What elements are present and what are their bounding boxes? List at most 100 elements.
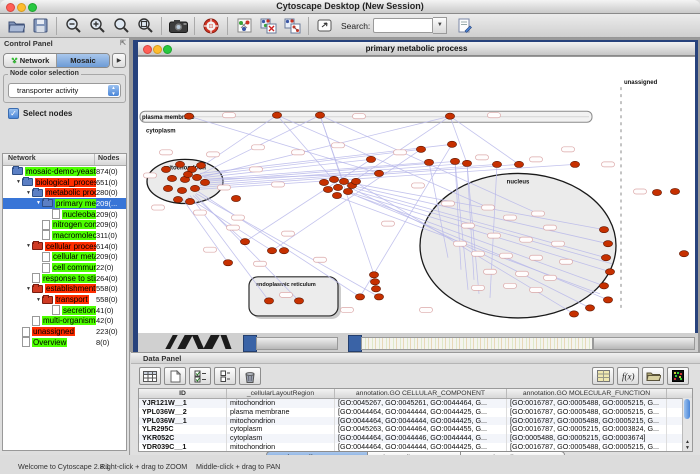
tree-row[interactable]: ▼establishment of lo558(0) (3, 284, 126, 295)
tab-overflow-button[interactable]: ▶ (112, 53, 126, 68)
new-attribute-icon[interactable] (164, 367, 186, 385)
graph-node[interactable] (190, 185, 199, 191)
select-nodes-checkbox[interactable]: ✓ (8, 108, 19, 119)
graph-node[interactable] (445, 113, 454, 119)
disclosure-triangle-icon[interactable]: ▼ (25, 286, 32, 292)
frame-close-button[interactable] (143, 45, 152, 54)
scrollbar-thumb[interactable] (684, 399, 690, 419)
graph-node[interactable] (185, 198, 194, 204)
graph-node[interactable] (294, 298, 303, 304)
graph-node[interactable] (366, 156, 375, 162)
graph-node[interactable] (679, 251, 688, 257)
graph-node[interactable] (374, 170, 383, 176)
annotation-icon[interactable] (313, 16, 337, 36)
zoom-selected-icon[interactable] (133, 16, 157, 36)
float-panel-icon[interactable]: ⇱ (120, 39, 126, 47)
graph-node[interactable] (652, 189, 661, 195)
graph-node[interactable] (370, 279, 379, 285)
table-row[interactable]: YPL036W__1mitochondrion[GO:0044464, GO:0… (139, 417, 692, 426)
tree-column-nodes[interactable]: Nodes (98, 155, 119, 162)
search-input[interactable] (373, 18, 433, 33)
column-header-cellular-component[interactable]: annotation.GO CELLULAR_COMPONENT (335, 389, 507, 398)
tree-row[interactable]: unassigned223(0) (3, 326, 126, 337)
disclosure-triangle-icon[interactable]: ▼ (35, 200, 42, 206)
graph-node[interactable] (351, 178, 360, 184)
graph-node[interactable] (192, 174, 201, 180)
graph-node[interactable] (329, 176, 338, 182)
network-overview-icon[interactable] (232, 16, 256, 36)
graph-node[interactable] (569, 311, 578, 317)
graph-node[interactable] (343, 188, 352, 194)
graph-node[interactable] (416, 146, 425, 152)
graph-node[interactable] (514, 161, 523, 167)
graph-node[interactable] (371, 286, 380, 292)
graph-edge[interactable] (193, 115, 277, 172)
tree-row[interactable]: response to stimulu264(0) (3, 273, 126, 284)
zoom-fit-icon[interactable] (109, 16, 133, 36)
matrix-icon[interactable] (667, 367, 689, 385)
save-session-icon[interactable] (28, 16, 52, 36)
open-attributes-icon[interactable] (642, 367, 664, 385)
tree-row[interactable]: cellular metabo209(0) (3, 252, 126, 263)
graph-node[interactable] (599, 227, 608, 233)
scrollbar-arrows[interactable]: ▲▼ (683, 439, 692, 451)
table-row[interactable]: YPL036W__2plasma membrane[GO:0044464, GO… (139, 408, 692, 417)
graph-node[interactable] (184, 113, 193, 119)
graph-node[interactable] (272, 112, 281, 118)
tree-row[interactable]: ▼primary metabo209(... (3, 198, 126, 209)
graph-node[interactable] (333, 184, 342, 190)
graph-node[interactable] (332, 192, 341, 198)
table-row[interactable]: YJR121W__1mitochondrion[GO:0045267, GO:0… (139, 399, 692, 408)
table-row[interactable]: YKR052Ccytoplasm[GO:0044464, GO:0044446,… (139, 434, 692, 443)
graph-node[interactable] (175, 161, 184, 167)
graph-node[interactable] (599, 283, 608, 289)
graph-node[interactable] (462, 160, 471, 166)
attribute-doc-icon[interactable] (453, 16, 477, 36)
graph-edge[interactable] (189, 116, 379, 173)
table-icon[interactable] (139, 367, 161, 385)
open-file-icon[interactable] (4, 16, 28, 36)
frame-minimize-button[interactable] (153, 45, 162, 54)
graph-node[interactable] (492, 161, 501, 167)
tree-column-network[interactable]: Network (8, 155, 36, 162)
function-builder-icon[interactable]: f(x) (617, 367, 639, 385)
zoom-out-icon[interactable] (61, 16, 85, 36)
graph-node[interactable] (167, 175, 176, 181)
zoom-window-button[interactable] (28, 3, 37, 12)
graph-node[interactable] (670, 188, 679, 194)
vizmapper-icon[interactable] (256, 16, 280, 36)
graph-node[interactable] (264, 298, 273, 304)
graph-node[interactable] (173, 196, 182, 202)
graph-node[interactable] (447, 141, 456, 147)
graph-node[interactable] (605, 269, 614, 275)
graph-node[interactable] (450, 158, 459, 164)
table-scrollbar[interactable]: ▲▼ (682, 398, 692, 451)
graph-node[interactable] (585, 305, 594, 311)
minimize-window-button[interactable] (17, 3, 26, 12)
tree-row[interactable]: ▼transport558(0) (3, 294, 126, 305)
snapshot-icon[interactable] (166, 16, 190, 36)
column-header-layout-region[interactable]: _cellularLayoutRegion (227, 389, 335, 398)
graph-node[interactable] (223, 260, 232, 266)
unselect-attributes-icon[interactable] (214, 367, 236, 385)
tree-row[interactable]: secretion41(0) (3, 305, 126, 316)
disclosure-triangle-icon[interactable]: ▼ (35, 297, 42, 303)
filter-icon[interactable] (280, 16, 304, 36)
disclosure-triangle-icon[interactable]: ▼ (15, 179, 22, 185)
tree-row[interactable]: ▼biological_process651(0) (3, 177, 126, 188)
graph-node[interactable] (323, 186, 332, 192)
disclosure-triangle-icon[interactable]: ▼ (25, 243, 32, 249)
tree-row[interactable]: multi-organism pro42(0) (3, 316, 126, 327)
graph-node[interactable] (603, 297, 612, 303)
tree-row[interactable]: nucleobase-209(0) (3, 209, 126, 220)
graph-node[interactable] (424, 159, 433, 165)
graph-node[interactable] (339, 178, 348, 184)
network-canvas[interactable]: plasma membranecytoplasmmitochondrionnuc… (138, 56, 695, 334)
graph-edge[interactable] (200, 144, 452, 173)
column-header-id[interactable]: ID (139, 389, 227, 398)
graph-node[interactable] (267, 248, 276, 254)
search-dropdown-icon[interactable]: ▼ (433, 17, 447, 34)
tab-mosaic[interactable]: Mosaic (57, 54, 109, 67)
graph-node[interactable] (200, 179, 209, 185)
graph-edge[interactable] (200, 116, 450, 177)
